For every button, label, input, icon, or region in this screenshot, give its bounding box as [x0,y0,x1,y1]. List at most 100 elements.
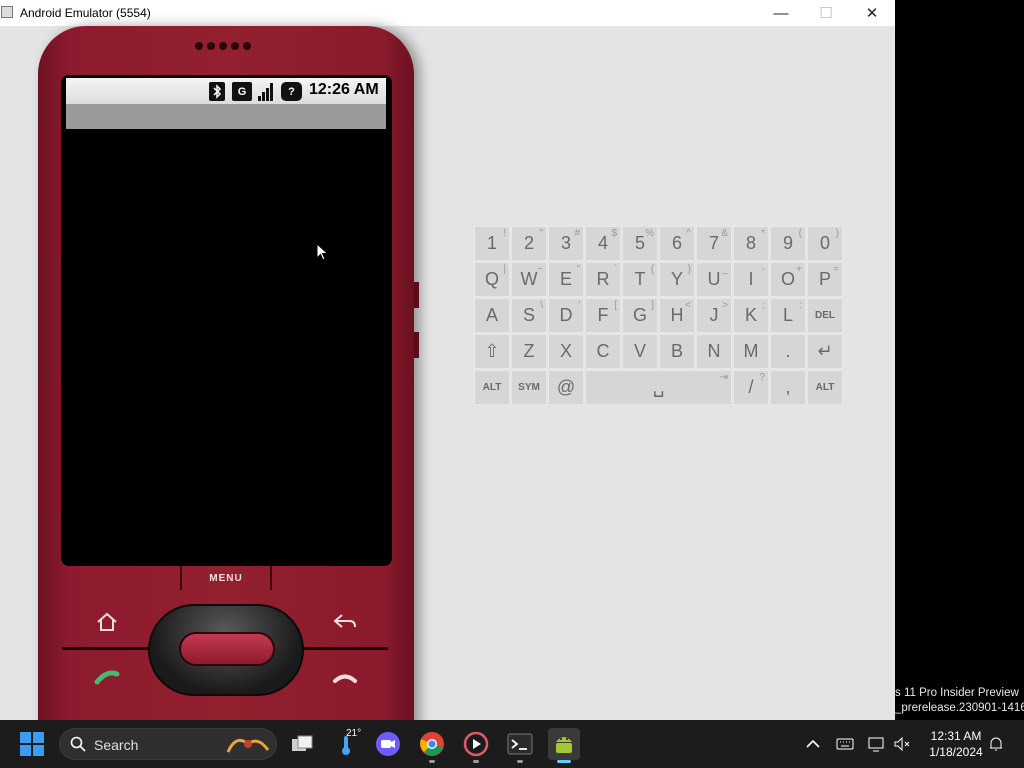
key-p[interactable]: P = [807,262,843,297]
windows-watermark: s 11 Pro Insider Preview _prerelease.230… [895,686,1024,716]
key-special[interactable]: @ [548,370,584,405]
trackball[interactable] [179,632,275,666]
volume-up-button[interactable] [414,282,419,308]
chevron-up-icon[interactable] [803,734,823,754]
chrome-icon[interactable] [416,728,448,763]
network-icon[interactable] [867,734,887,754]
call-icon[interactable] [92,666,122,692]
clock-time[interactable]: 12:31 AM [916,729,996,743]
key-5[interactable]: 5% [622,226,658,261]
key-2[interactable]: 2 " [511,226,547,261]
keyboard-icon[interactable] [835,734,855,754]
key-alt-symbol: + [796,264,802,275]
key-g[interactable]: G] [622,298,658,333]
key-special[interactable]: ⇧ [474,334,510,369]
key-alt-symbol: | [503,264,506,275]
home-icon[interactable] [92,609,122,635]
key-special[interactable]: ↵ [807,334,843,369]
key-8[interactable]: 8 * [733,226,769,261]
key-special[interactable]: , [770,370,806,405]
title-bar[interactable]: Android Emulator (5554) — ☐ ✕ [0,0,895,26]
key-special[interactable]: ALT [474,370,510,405]
notification-bell-icon[interactable] [986,734,1006,754]
key-u[interactable]: U _ [696,262,732,297]
maximize-button[interactable]: ☐ [803,0,849,26]
key-0[interactable]: 0) [807,226,843,261]
key-s[interactable]: S \ [511,298,547,333]
key-special[interactable]: SYM [511,370,547,405]
minimize-button[interactable]: — [758,0,804,26]
key-alt-symbol: ] [651,300,654,311]
back-icon[interactable] [330,609,360,635]
terminal-icon[interactable] [504,728,536,763]
key-alt-symbol: > [722,300,728,311]
key-y[interactable]: Y} [659,262,695,297]
end-call-icon[interactable] [330,666,360,692]
key-3[interactable]: 3 # [548,226,584,261]
key-9[interactable]: 9( [770,226,806,261]
search-highlight-art-icon [226,738,270,753]
key-v[interactable]: V [622,334,658,369]
key-alt-symbol: = [833,264,839,275]
volume-down-button[interactable] [414,332,419,358]
key-special[interactable]: /? [733,370,769,405]
key-special[interactable]: DEL [807,298,843,333]
key-4[interactable]: 4 $ [585,226,621,261]
key-alt-symbol: ^ [686,228,691,239]
key-alt-symbol: " [576,264,580,275]
key-r[interactable]: R ` [585,262,621,297]
key-alt-symbol: < [685,300,691,311]
key-e[interactable]: E " [548,262,584,297]
key-alt-symbol: % [645,228,654,239]
key-a[interactable]: A [474,298,510,333]
key-alt-symbol: $ [611,228,617,239]
key-alt-symbol: & [721,228,728,239]
key-l[interactable]: L: [770,298,806,333]
key-h[interactable]: H < [659,298,695,333]
dpad[interactable] [148,604,304,696]
search-input[interactable]: Search [59,728,277,760]
key-alt-symbol: ; [762,300,765,311]
menu-button[interactable]: MENU [180,566,272,590]
key-alt-symbol: ? [759,372,765,383]
media-player-icon[interactable] [460,728,492,763]
bluetooth-icon [209,82,225,101]
key-6[interactable]: 6 ^ [659,226,695,261]
key-special[interactable]: ␣ ⇥ [585,370,732,405]
task-view-icon[interactable] [286,728,318,760]
data-icon: G [232,82,252,101]
key-special[interactable]: . [770,334,806,369]
key-k[interactable]: K; [733,298,769,333]
key-m[interactable]: M [733,334,769,369]
search-icon [70,736,86,752]
key-w[interactable]: W ~ [511,262,547,297]
key-alt-symbol: - [761,264,765,275]
taskbar: Search 21° 12:31 AM 1/18/2024 [0,720,1024,768]
key-x[interactable]: X [548,334,584,369]
close-button[interactable]: ✕ [849,0,895,26]
divider [62,647,152,650]
key-j[interactable]: J > [696,298,732,333]
key-b[interactable]: B [659,334,695,369]
clock-date[interactable]: 1/18/2024 [916,745,996,759]
key-alt-symbol: [ [614,300,617,311]
key-z[interactable]: Z [511,334,547,369]
key-alt-symbol: _ [722,264,728,275]
volume-muted-icon[interactable] [892,734,912,754]
zoom-icon[interactable] [372,728,404,760]
key-n[interactable]: N [696,334,732,369]
key-c[interactable]: C [585,334,621,369]
key-f[interactable]: F[ [585,298,621,333]
windows-start-icon[interactable] [20,732,44,756]
key-1[interactable]: 1! [474,226,510,261]
key-t[interactable]: T{ [622,262,658,297]
key-special[interactable]: ALT [807,370,843,405]
weather-temperature: 21° [346,728,362,739]
phone-screen[interactable]: G ? 12:26 AM [61,75,392,566]
key-d[interactable]: D ' [548,298,584,333]
key-o[interactable]: O + [770,262,806,297]
key-7[interactable]: 7 & [696,226,732,261]
key-i[interactable]: I- [733,262,769,297]
key-q[interactable]: Q | [474,262,510,297]
android-emulator-icon[interactable] [548,728,580,763]
